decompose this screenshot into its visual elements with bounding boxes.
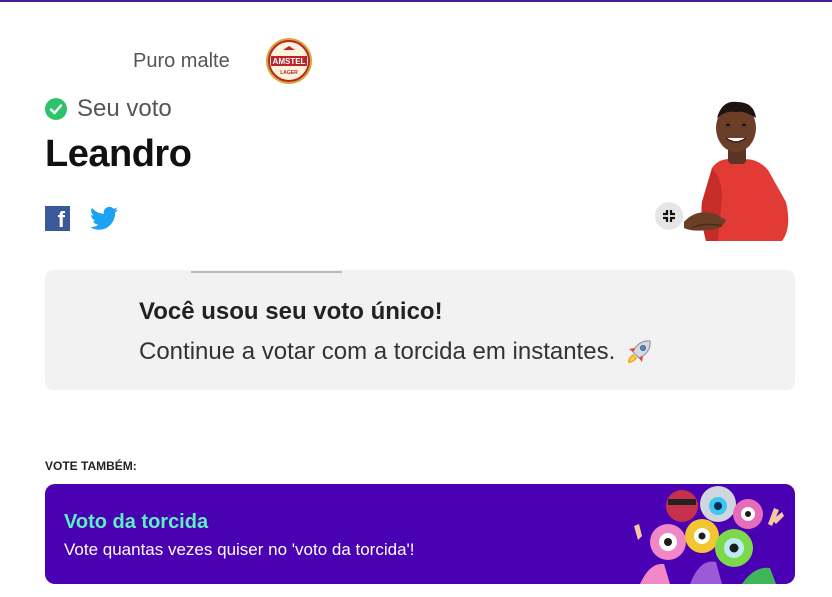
candidate-name: Leandro <box>45 133 192 175</box>
notice-text: Continue a votar com a torcida em instan… <box>139 338 616 365</box>
vote-status-label: Seu voto <box>77 95 172 122</box>
vote-status: Seu voto <box>45 95 172 123</box>
svg-text:AMSTEL: AMSTEL <box>273 57 306 66</box>
expand-icon <box>663 210 675 222</box>
notice-message: Continue a votar com a torcida em instan… <box>139 338 653 366</box>
voto-torcida-banner[interactable]: Voto da torcida Vote quantas vezes quise… <box>45 484 795 584</box>
tab-indicator <box>191 271 342 273</box>
candidate-photo <box>684 101 789 241</box>
check-circle-icon <box>45 98 67 120</box>
facebook-icon[interactable]: f <box>45 206 70 231</box>
top-divider <box>0 0 832 2</box>
notice-title: Você usou seu voto único! <box>139 298 443 325</box>
facebook-glyph: f <box>57 207 65 232</box>
twitter-icon[interactable] <box>90 206 118 231</box>
svg-text:LAGER: LAGER <box>280 70 298 76</box>
rocket-icon <box>628 340 651 363</box>
torcida-subtitle: Vote quantas vezes quiser no 'voto da to… <box>64 540 415 559</box>
expand-button[interactable] <box>655 202 683 230</box>
torcida-characters-illustration <box>634 486 784 584</box>
sponsor-label: Puro malte <box>133 50 230 72</box>
share-buttons: f <box>45 206 118 231</box>
torcida-title: Voto da torcida <box>64 511 209 533</box>
notice-card: Você usou seu voto único! Continue a vot… <box>45 270 795 390</box>
vote-also-label: VOTE TAMBÉM: <box>45 459 137 473</box>
amstel-logo: AMSTEL LAGER <box>266 38 312 84</box>
